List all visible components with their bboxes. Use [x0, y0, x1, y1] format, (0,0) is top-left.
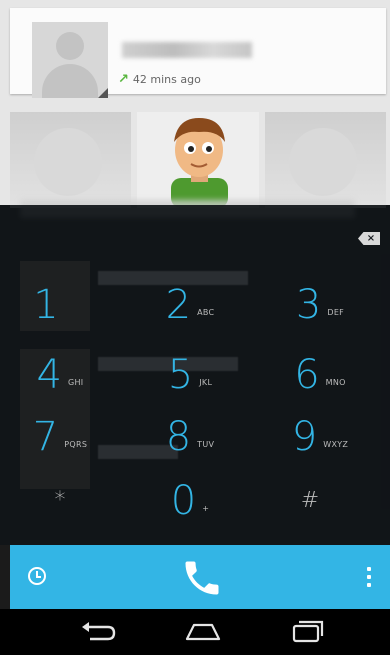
dial-key-hash[interactable]: # [250, 471, 370, 531]
key-digit: 7 [32, 414, 59, 460]
backspace-button[interactable]: × [358, 232, 380, 245]
key-letters: DEF [327, 307, 345, 317]
home-icon[interactable] [183, 617, 223, 645]
key-digit: 1 [33, 282, 59, 328]
key-digit: * [54, 488, 66, 513]
cartoon-avatar-icon [171, 118, 229, 208]
favorite-contact-tile[interactable] [137, 112, 259, 208]
dial-key-1[interactable]: 1 [0, 275, 120, 335]
key-digit: # [300, 488, 320, 513]
dial-key-9[interactable]: 9 WXYZ [260, 407, 380, 467]
key-digit: 4 [36, 352, 62, 398]
avatar-placeholder-icon [34, 128, 102, 196]
key-letters: WXYZ [323, 439, 349, 449]
favorites-strip [10, 112, 386, 208]
dialpad: × 1 2 ABC 3 DEF 4 GHI 5 JKL 6 MNO 7 PQRS… [0, 205, 390, 545]
contact-name-blurred [122, 42, 252, 58]
key-digit: 8 [165, 414, 192, 460]
key-digit: 0 [170, 478, 197, 524]
dial-key-2[interactable]: 2 ABC [130, 275, 250, 335]
dial-key-6[interactable]: 6 MNO [260, 345, 380, 405]
key-letters: TUV [197, 439, 215, 449]
dial-key-3[interactable]: 3 DEF [260, 275, 380, 335]
history-clock-icon[interactable] [28, 567, 46, 585]
call-time-label: 42 mins ago [132, 73, 201, 86]
key-letters: ABC [197, 307, 215, 317]
call-time: ↗ 42 mins ago [118, 72, 201, 87]
contact-avatar [32, 22, 108, 98]
dial-key-0[interactable]: 0 + [130, 471, 250, 531]
outgoing-call-arrow-icon: ↗ [118, 72, 129, 87]
recent-apps-icon[interactable] [288, 617, 328, 645]
dial-key-4[interactable]: 4 GHI [0, 345, 120, 405]
key-digit: 3 [295, 282, 322, 328]
overflow-menu-icon[interactable] [367, 567, 371, 587]
key-letters: JKL [199, 377, 213, 387]
dial-key-5[interactable]: 5 JKL [130, 345, 250, 405]
dialer-action-bar [10, 545, 390, 609]
recent-call-card[interactable]: ↗ 42 mins ago [10, 8, 386, 98]
back-icon[interactable] [78, 617, 118, 645]
key-digit: 2 [165, 282, 192, 328]
favorite-contact-tile[interactable] [10, 112, 132, 208]
dial-key-star[interactable]: * [0, 471, 120, 531]
navigation-bar [0, 609, 390, 655]
dial-key-7[interactable]: 7 PQRS [0, 407, 120, 467]
phone-call-icon[interactable] [180, 556, 224, 600]
backspace-icon: × [366, 232, 376, 244]
key-digit: 6 [294, 352, 320, 398]
avatar-placeholder-icon [288, 128, 357, 196]
key-digit: 5 [167, 352, 194, 398]
key-digit: 9 [291, 414, 318, 460]
key-letters: GHI [67, 377, 84, 387]
key-letters: + [202, 503, 210, 513]
dial-key-8[interactable]: 8 TUV [130, 407, 250, 467]
key-letters: MNO [325, 377, 346, 387]
favorite-contact-tile[interactable] [264, 112, 386, 208]
key-letters: PQRS [64, 439, 88, 449]
